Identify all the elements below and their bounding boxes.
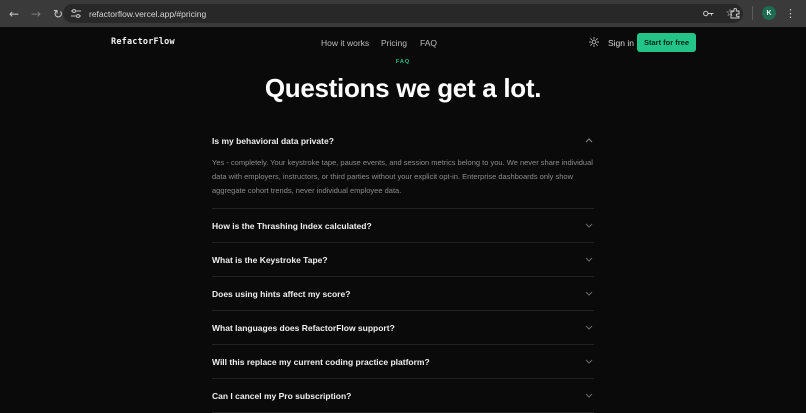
faq-question: How is the Thrashing Index calculated? <box>212 220 372 231</box>
faq-item: What is the Keystroke Tape? <box>212 243 594 277</box>
faq-question: Will this replace my current coding prac… <box>212 356 430 367</box>
faq-question: What languages does RefactorFlow support… <box>212 322 395 333</box>
faq-item: What languages does RefactorFlow support… <box>212 311 594 345</box>
toolbar-divider <box>752 6 753 20</box>
faq-question-button[interactable]: Will this replace my current coding prac… <box>212 345 594 378</box>
section-eyebrow: FAQ <box>395 59 411 65</box>
sun-icon[interactable] <box>589 37 599 47</box>
chevron-down-icon <box>584 255 594 265</box>
forward-icon[interactable]: → <box>28 6 44 22</box>
chevron-up-icon <box>584 136 594 146</box>
chevron-down-icon <box>584 391 594 401</box>
password-key-icon[interactable] <box>701 6 715 20</box>
address-bar[interactable]: refactorflow.vercel.app/#pricing ☆ <box>63 4 743 23</box>
section-title: Questions we get a lot. <box>264 73 542 103</box>
nav-link-faq[interactable]: FAQ <box>420 38 437 48</box>
start-for-free-button[interactable]: Start for free <box>637 33 696 52</box>
faq-item: Does using hints affect my score? <box>212 277 594 311</box>
browser-toolbar: ← → ↻ refactorflow.vercel.app/#pricing ☆ <box>0 0 806 27</box>
profile-avatar[interactable]: K <box>762 6 776 20</box>
faq-question: Is my behavioral data private? <box>212 135 334 146</box>
faq-item: Is my behavioral data private? Yes - com… <box>212 124 594 209</box>
faq-item: How is the Thrashing Index calculated? <box>212 209 594 243</box>
faq-item: Can I cancel my Pro subscription? <box>212 379 594 413</box>
chevron-down-icon <box>584 221 594 231</box>
faq-question: Does using hints affect my score? <box>212 288 351 299</box>
faq-question-button[interactable]: What languages does RefactorFlow support… <box>212 311 594 344</box>
sign-in-link[interactable]: Sign in <box>608 38 634 48</box>
chevron-down-icon <box>584 323 594 333</box>
menu-icon[interactable]: ⋮ <box>785 7 796 20</box>
chevron-down-icon <box>584 357 594 367</box>
nav-link-pricing[interactable]: Pricing <box>381 38 407 48</box>
chevron-down-icon <box>584 289 594 299</box>
extensions-icon[interactable] <box>727 5 743 21</box>
faq-question-button[interactable]: How is the Thrashing Index calculated? <box>212 209 594 242</box>
faq-question-button[interactable]: Does using hints affect my score? <box>212 277 594 310</box>
faq-answer: Yes - completely. Your keystroke tape, p… <box>212 158 593 195</box>
faq-question-button[interactable]: Can I cancel my Pro subscription? <box>212 379 594 412</box>
url-text[interactable]: refactorflow.vercel.app/#pricing <box>89 9 206 19</box>
back-icon[interactable]: ← <box>6 6 22 22</box>
site-header: RefactorFlow How it works Pricing FAQ Si… <box>0 27 806 59</box>
brand-logo[interactable]: RefactorFlow <box>111 37 175 47</box>
faq-question: Can I cancel my Pro subscription? <box>212 390 352 401</box>
faq-question-button[interactable]: Is my behavioral data private? <box>212 124 594 157</box>
site-settings-icon[interactable] <box>69 7 83 21</box>
faq-accordion: Is my behavioral data private? Yes - com… <box>212 124 594 413</box>
faq-question: What is the Keystroke Tape? <box>212 254 328 265</box>
faq-item: Will this replace my current coding prac… <box>212 345 594 379</box>
faq-question-button[interactable]: What is the Keystroke Tape? <box>212 243 594 276</box>
nav-link-how-it-works[interactable]: How it works <box>321 38 369 48</box>
